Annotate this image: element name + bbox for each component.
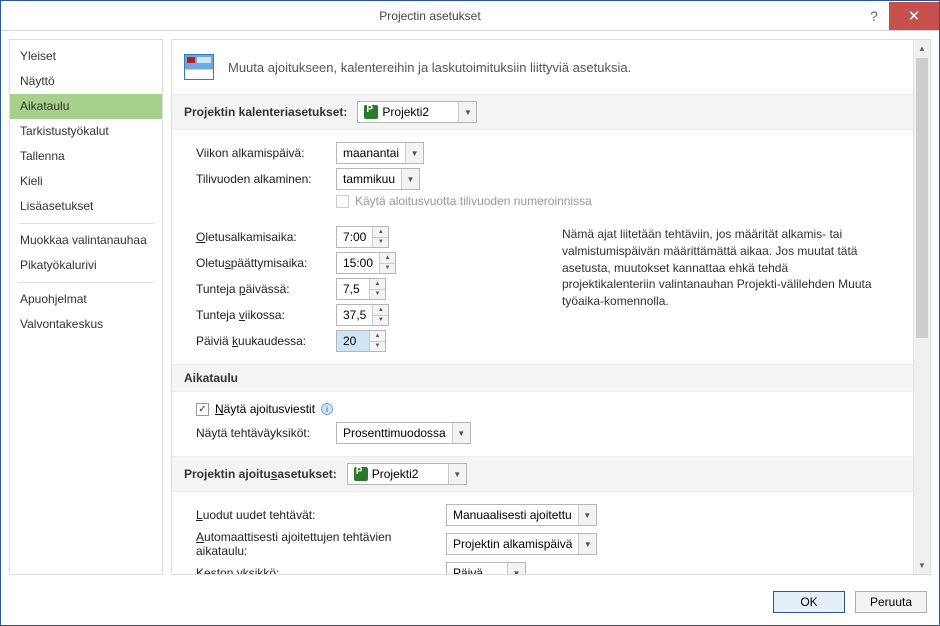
spin-down-icon[interactable]: ▼ xyxy=(373,238,388,248)
sidebar-item-display[interactable]: Näyttö xyxy=(10,69,162,94)
ok-button[interactable]: OK xyxy=(773,591,845,613)
days-per-month-input[interactable]: 20▲▼ xyxy=(336,330,386,352)
vertical-scrollbar[interactable]: ▲ ▼ xyxy=(913,40,930,574)
cancel-button[interactable]: Peruuta xyxy=(855,591,927,613)
scrollbar-thumb[interactable] xyxy=(916,58,928,338)
hours-per-week-input[interactable]: 37,5▲▼ xyxy=(336,304,389,326)
dialog-title: Projectin asetukset xyxy=(1,9,859,23)
sidebar-item-language[interactable]: Kieli xyxy=(10,169,162,194)
sidebar-separator xyxy=(18,223,154,224)
chevron-down-icon: ▼ xyxy=(578,534,596,554)
default-end-time-label: Oletuspäättymisaika: xyxy=(196,256,326,270)
task-units-label: Näytä tehtäväyksiköt: xyxy=(196,426,326,440)
help-button[interactable]: ? xyxy=(859,2,889,30)
duration-unit-label: Keston yksikkö: xyxy=(196,566,436,574)
week-start-select[interactable]: maanantai▼ xyxy=(336,142,424,164)
new-tasks-select[interactable]: Manuaalisesti ajoitettu▼ xyxy=(446,504,597,526)
sidebar-item-general[interactable]: Yleiset xyxy=(10,44,162,69)
spin-down-icon[interactable]: ▼ xyxy=(373,316,388,326)
spin-up-icon[interactable]: ▲ xyxy=(370,331,385,342)
sidebar-item-save[interactable]: Tallenna xyxy=(10,144,162,169)
sidebar-item-quick-access[interactable]: Pikatyökalurivi xyxy=(10,253,162,278)
project-selector-2[interactable]: Projekti2 ▼ xyxy=(347,463,467,485)
duration-unit-select[interactable]: Päivä▼ xyxy=(446,562,526,574)
sidebar-item-addins[interactable]: Apuohjelmat xyxy=(10,287,162,312)
section-schedule-title: Aikataulu xyxy=(172,364,913,392)
sidebar-item-schedule[interactable]: Aikataulu xyxy=(10,94,162,119)
sidebar-item-advanced[interactable]: Lisäasetukset xyxy=(10,194,162,219)
category-sidebar: Yleiset Näyttö Aikataulu Tarkistustyökal… xyxy=(9,39,163,575)
chevron-down-icon: ▼ xyxy=(452,423,470,443)
project-selector[interactable]: Projekti2 ▼ xyxy=(357,101,477,123)
section-schedopts-title: Projektin ajoitusasetukset: xyxy=(184,467,337,481)
show-scheduling-messages-checkbox[interactable] xyxy=(196,403,209,416)
sidebar-separator xyxy=(18,282,154,283)
new-tasks-label: Luodut uudet tehtävät: xyxy=(196,508,436,522)
spin-up-icon[interactable]: ▲ xyxy=(380,253,395,264)
chevron-down-icon: ▼ xyxy=(458,102,476,122)
hours-per-week-label: Tunteja viikossa: xyxy=(196,308,326,322)
chevron-down-icon: ▼ xyxy=(448,464,466,484)
scroll-down-icon[interactable]: ▼ xyxy=(914,557,930,574)
days-per-month-label: Päiviä kuukaudessa: xyxy=(196,334,326,348)
use-starting-year-label: Käytä aloitusvuotta tilivuoden numeroinn… xyxy=(355,194,592,208)
project-selector-value: Projekti2 xyxy=(382,105,429,119)
auto-tasks-label: Automaattisesti ajoitettujen tehtävien a… xyxy=(196,530,436,558)
spin-up-icon[interactable]: ▲ xyxy=(373,227,388,238)
project-icon xyxy=(364,105,378,119)
spin-down-icon[interactable]: ▼ xyxy=(370,342,385,352)
spin-up-icon[interactable]: ▲ xyxy=(370,279,385,290)
spin-down-icon[interactable]: ▼ xyxy=(370,290,385,300)
project-selector-2-value: Projekti2 xyxy=(372,467,419,481)
auto-tasks-select[interactable]: Projektin alkamispäivä▼ xyxy=(446,533,597,555)
schedule-icon xyxy=(184,54,214,80)
project-icon xyxy=(354,467,368,481)
fiscal-start-select[interactable]: tammikuu▼ xyxy=(336,168,420,190)
task-units-select[interactable]: Prosenttimuodossa▼ xyxy=(336,422,471,444)
sidebar-item-trust-center[interactable]: Valvontakeskus xyxy=(10,312,162,337)
chevron-down-icon: ▼ xyxy=(578,505,596,525)
chevron-down-icon: ▼ xyxy=(401,169,419,189)
chevron-down-icon: ▼ xyxy=(507,563,525,574)
section-calendar-title: Projektin kalenteriasetukset: xyxy=(184,105,347,119)
close-button[interactable]: ✕ xyxy=(889,2,939,30)
time-hint-text: Nämä ajat liitetään tehtäviin, jos määri… xyxy=(562,226,872,310)
hours-per-day-input[interactable]: 7,5▲▼ xyxy=(336,278,386,300)
spin-up-icon[interactable]: ▲ xyxy=(373,305,388,316)
scroll-up-icon[interactable]: ▲ xyxy=(914,40,930,57)
default-start-time-input[interactable]: 7:00▲▼ xyxy=(336,226,389,248)
default-start-time-label: Oletusalkamisaika: xyxy=(196,230,326,244)
spin-down-icon[interactable]: ▼ xyxy=(380,264,395,274)
show-scheduling-messages-label: Näytä ajoitusviestit xyxy=(215,402,315,416)
sidebar-item-customize-ribbon[interactable]: Muokkaa valintanauhaa xyxy=(10,228,162,253)
info-icon[interactable]: i xyxy=(321,403,333,415)
default-end-time-input[interactable]: 15:00▲▼ xyxy=(336,252,396,274)
fiscal-start-label: Tilivuoden alkaminen: xyxy=(196,172,326,186)
use-starting-year-checkbox xyxy=(336,195,349,208)
hours-per-day-label: Tunteja päivässä: xyxy=(196,282,326,296)
week-start-label: Viikon alkamispäivä: xyxy=(196,146,326,160)
chevron-down-icon: ▼ xyxy=(405,143,423,163)
banner-text: Muuta ajoitukseen, kalentereihin ja lask… xyxy=(228,60,631,75)
sidebar-item-proofing[interactable]: Tarkistustyökalut xyxy=(10,119,162,144)
content-panel: Muuta ajoitukseen, kalentereihin ja lask… xyxy=(172,40,930,574)
